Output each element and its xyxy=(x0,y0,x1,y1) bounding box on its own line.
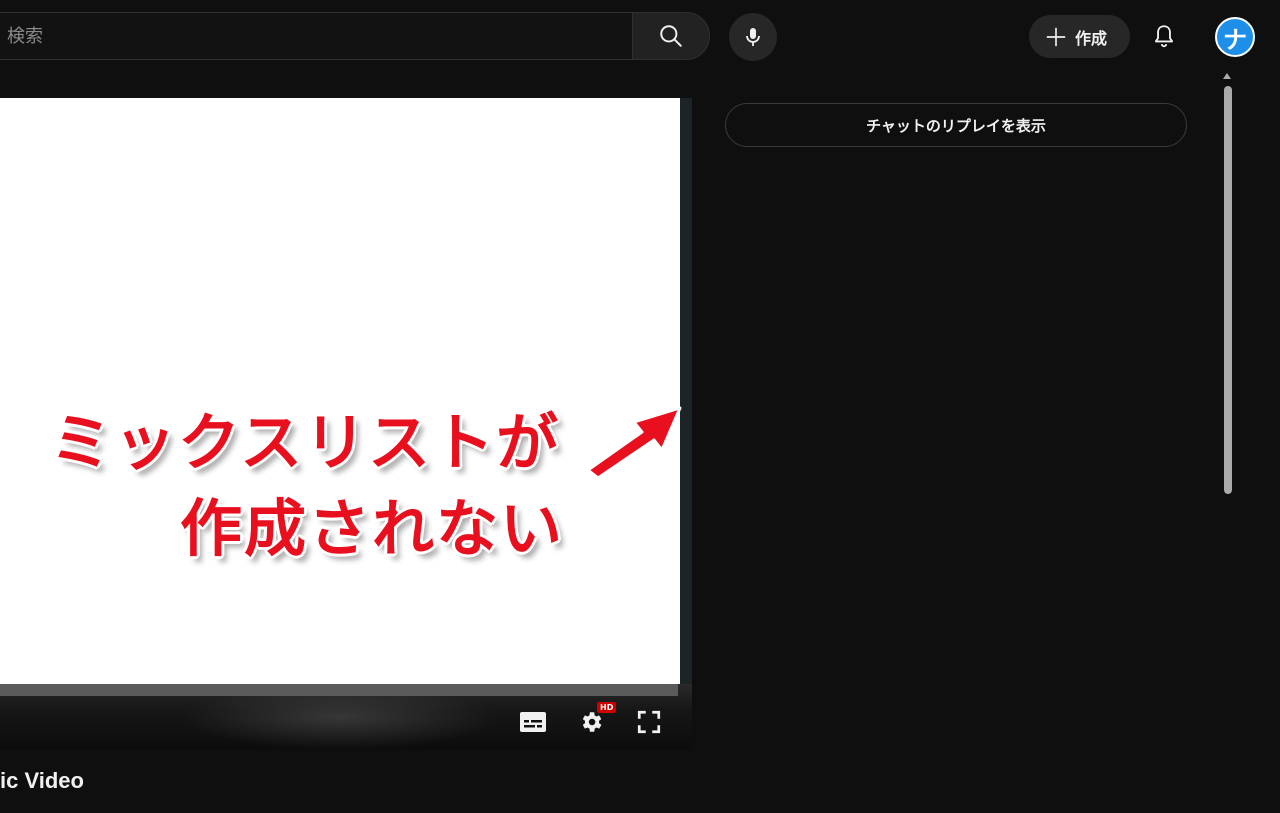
scrollbar-thumb[interactable] xyxy=(1224,86,1232,494)
arrow-icon xyxy=(586,406,682,478)
video-title: ic Video xyxy=(0,768,84,793)
fullscreen-icon xyxy=(637,710,661,734)
annotation-line-1: ミックスリストが xyxy=(50,406,561,479)
annotation-line-2: 作成されない xyxy=(180,492,565,565)
subtitles-button[interactable] xyxy=(515,704,551,740)
avatar-letter: ナ xyxy=(1223,25,1247,54)
voice-search-button[interactable] xyxy=(729,13,777,61)
chat-replay-label: チャットのリプレイを表示 xyxy=(866,116,1046,135)
search-box[interactable] xyxy=(0,12,633,60)
bell-icon xyxy=(1154,25,1174,48)
scroll-up-arrow[interactable] xyxy=(1223,73,1231,79)
plus-icon xyxy=(1046,27,1066,46)
create-button[interactable]: 作成 xyxy=(1029,15,1130,58)
video-player[interactable]: HD ミックスリストが 作成されない xyxy=(0,98,692,750)
top-bar: 作成 ナ xyxy=(0,0,1280,72)
search-button[interactable] xyxy=(632,12,710,60)
notifications-button[interactable] xyxy=(1144,16,1184,56)
avatar[interactable]: ナ xyxy=(1215,17,1255,57)
mic-icon xyxy=(746,28,760,46)
search-input[interactable] xyxy=(7,13,607,59)
hd-badge: HD xyxy=(597,702,617,713)
fullscreen-button[interactable] xyxy=(631,704,667,740)
search-icon xyxy=(660,25,682,47)
show-chat-replay-button[interactable]: チャットのリプレイを表示 xyxy=(725,103,1187,147)
create-label: 作成 xyxy=(1075,28,1108,48)
progress-bar[interactable] xyxy=(0,684,678,696)
video-frame[interactable] xyxy=(0,98,681,684)
subtitles-icon xyxy=(520,712,546,732)
